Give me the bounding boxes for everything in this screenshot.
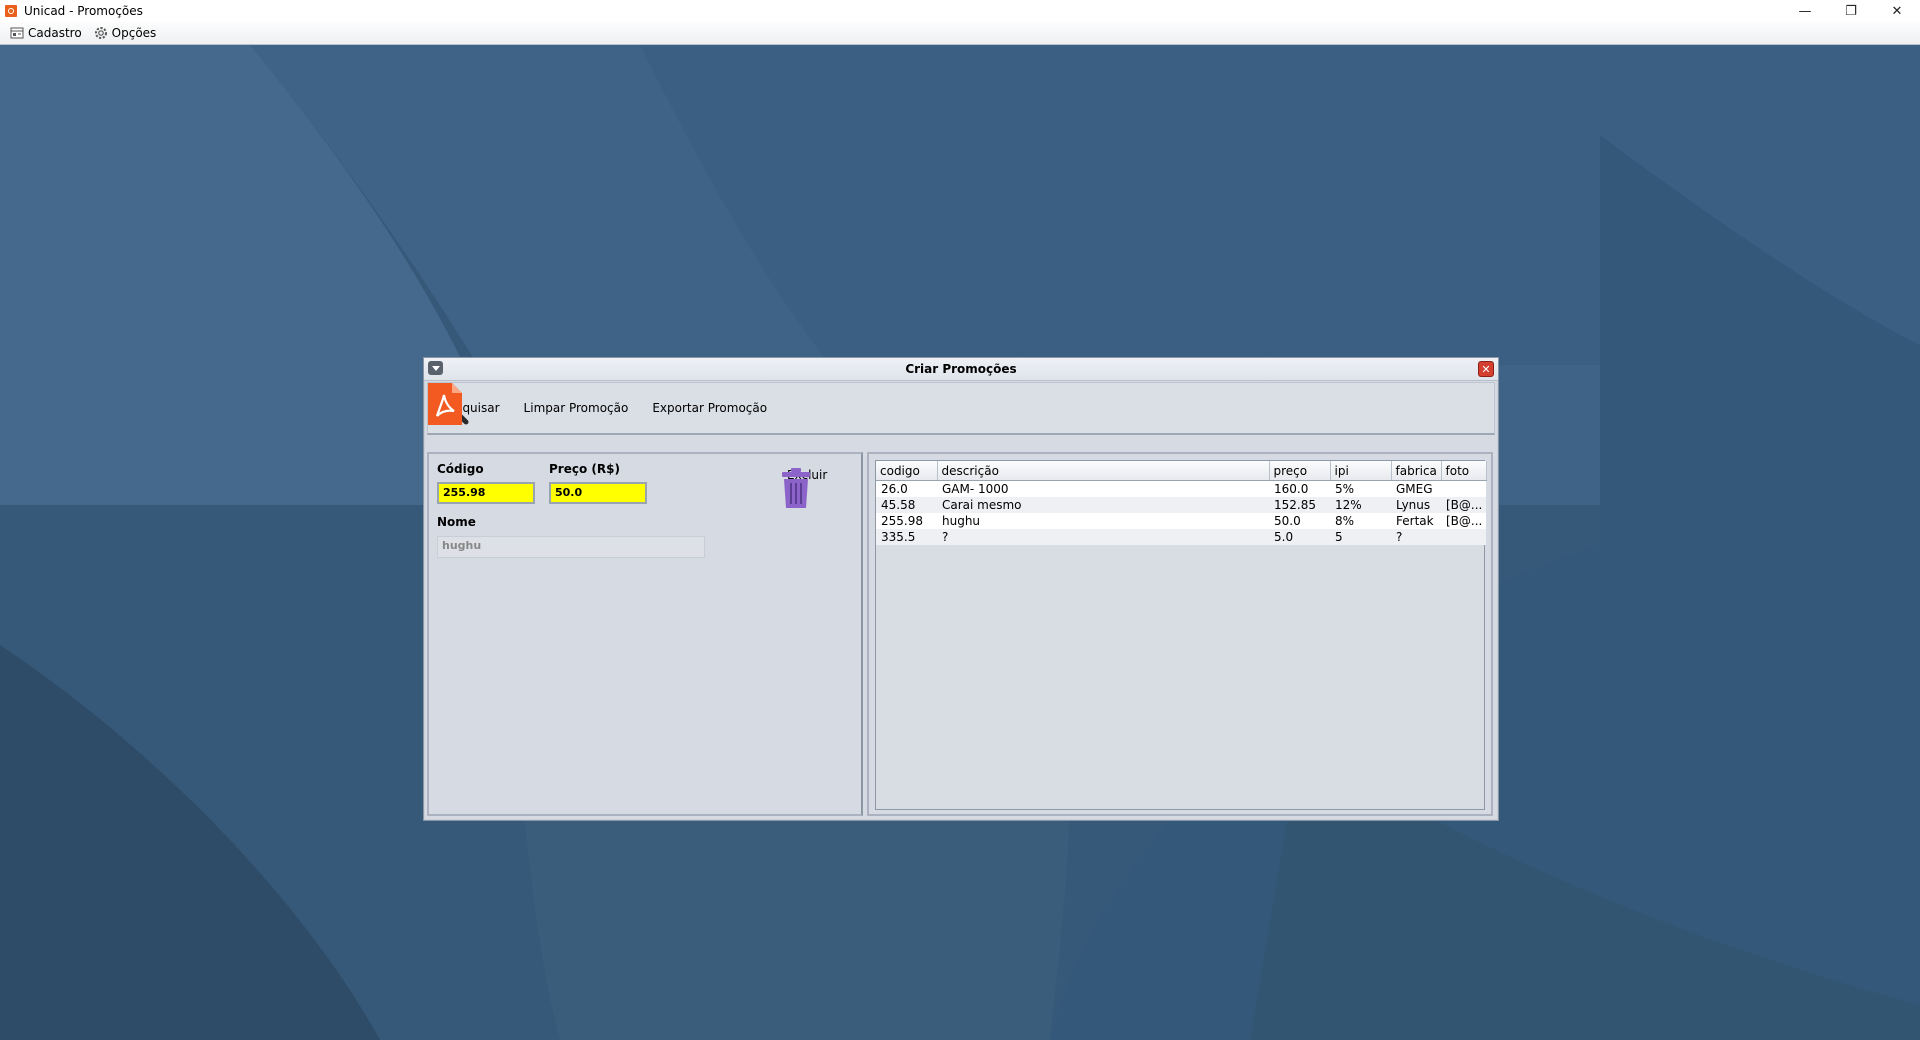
close-window-button[interactable]: ✕ xyxy=(1874,0,1920,22)
cell-codigo: 335.5 xyxy=(876,529,937,545)
cell-preco: 50.0 xyxy=(1269,513,1330,529)
preco-label: Preço (R$) xyxy=(549,462,620,476)
minimize-button[interactable]: — xyxy=(1782,0,1828,22)
export-promotion-button[interactable]: Exportar Promoção xyxy=(428,383,768,425)
column-header-foto[interactable]: foto xyxy=(1441,461,1487,481)
restore-button[interactable]: ❐ xyxy=(1828,0,1874,22)
column-header-ipi[interactable]: ipi xyxy=(1330,461,1392,481)
clear-promotion-label: Limpar Promoção xyxy=(523,401,629,415)
table-row[interactable]: 26.0 GAM- 1000 160.0 5% GMEG xyxy=(876,480,1486,497)
cell-preco: 5.0 xyxy=(1269,529,1330,545)
cell-ipi: 5% xyxy=(1330,480,1391,497)
preco-field[interactable]: 50.0 xyxy=(549,482,647,504)
desktop-background: Criar Promoções ✕ Pesquisar Limpar Promo… xyxy=(0,45,1920,1040)
cell-fabrica: ? xyxy=(1391,529,1441,545)
dialog-titlebar: Criar Promoções ✕ xyxy=(424,358,1498,381)
column-header-fabrica[interactable]: fabrica xyxy=(1391,461,1442,481)
dialog-close-button[interactable]: ✕ xyxy=(1478,361,1494,377)
cell-fabrica: GMEG xyxy=(1391,480,1441,497)
cell-foto: [B@... xyxy=(1441,513,1486,529)
codigo-field[interactable]: 255.98 xyxy=(437,482,535,504)
cell-descricao: GAM- 1000 xyxy=(937,480,1269,497)
cell-codigo: 26.0 xyxy=(876,480,937,497)
form-panel: Código 255.98 Preço (R$) 50.0 Nome hughu xyxy=(427,452,863,816)
dialog-title: Criar Promoções xyxy=(905,362,1017,376)
window-controls: — ❐ ✕ xyxy=(1782,0,1920,22)
cell-descricao: hughu xyxy=(937,513,1269,529)
export-promotion-label: Exportar Promoção xyxy=(652,401,768,415)
column-header-codigo[interactable]: codigo xyxy=(876,461,938,481)
toolbar: Pesquisar Limpar Promoção Exportar Promo… xyxy=(427,382,1495,435)
cell-codigo: 255.98 xyxy=(876,513,937,529)
menu-opcoes-label: Opções xyxy=(111,26,157,40)
table-row[interactable]: 45.58 Carai mesmo 152.85 12% Lynus [B@..… xyxy=(876,497,1486,513)
cell-ipi: 5 xyxy=(1330,529,1391,545)
table-row[interactable]: 255.98 hughu 50.0 8% Fertak [B@... xyxy=(876,513,1486,529)
nome-label: Nome xyxy=(437,515,476,529)
cell-preco: 160.0 xyxy=(1269,480,1330,497)
window-titlebar: Unicad - Promoções — ❐ ✕ xyxy=(0,0,1920,22)
menu-cadastro-label: Cadastro xyxy=(28,26,82,40)
menubar: Cadastro Opções xyxy=(0,22,1920,45)
cell-descricao: ? xyxy=(937,529,1269,545)
window-title: Unicad - Promoções xyxy=(24,4,143,18)
table-header-row: codigo descrição preço ipi fabrica foto xyxy=(876,461,1487,481)
menu-opcoes[interactable]: Opções xyxy=(94,26,157,40)
cell-descricao: Carai mesmo xyxy=(937,497,1269,513)
criar-promocoes-dialog: Criar Promoções ✕ Pesquisar Limpar Promo… xyxy=(423,357,1499,821)
cell-codigo: 45.58 xyxy=(876,497,937,513)
cell-preco: 152.85 xyxy=(1269,497,1330,513)
column-header-preco[interactable]: preço xyxy=(1269,461,1331,481)
cell-foto xyxy=(1441,529,1486,545)
nome-field[interactable]: hughu xyxy=(437,536,705,558)
cell-ipi: 12% xyxy=(1330,497,1391,513)
cell-fabrica: Fertak xyxy=(1391,513,1441,529)
table-row[interactable]: 335.5 ? 5.0 5 ? xyxy=(876,529,1486,545)
excluir-button[interactable]: Excluir xyxy=(781,468,827,508)
app-icon xyxy=(5,5,17,17)
gear-icon xyxy=(94,27,107,39)
promotions-table: codigo descrição preço ipi fabrica foto … xyxy=(875,460,1487,810)
cell-foto: [B@... xyxy=(1441,497,1486,513)
clear-promotion-button[interactable]: Limpar Promoção xyxy=(428,387,629,418)
dialog-menu-button[interactable] xyxy=(428,361,443,375)
table-panel: codigo descrição preço ipi fabrica foto … xyxy=(867,452,1493,816)
column-header-descricao[interactable]: descrição xyxy=(937,461,1270,481)
register-icon xyxy=(10,27,24,38)
cell-fabrica: Lynus xyxy=(1391,497,1441,513)
menu-cadastro[interactable]: Cadastro xyxy=(10,26,82,40)
cell-ipi: 8% xyxy=(1330,513,1391,529)
codigo-label: Código xyxy=(437,462,484,476)
cell-foto xyxy=(1441,480,1486,497)
